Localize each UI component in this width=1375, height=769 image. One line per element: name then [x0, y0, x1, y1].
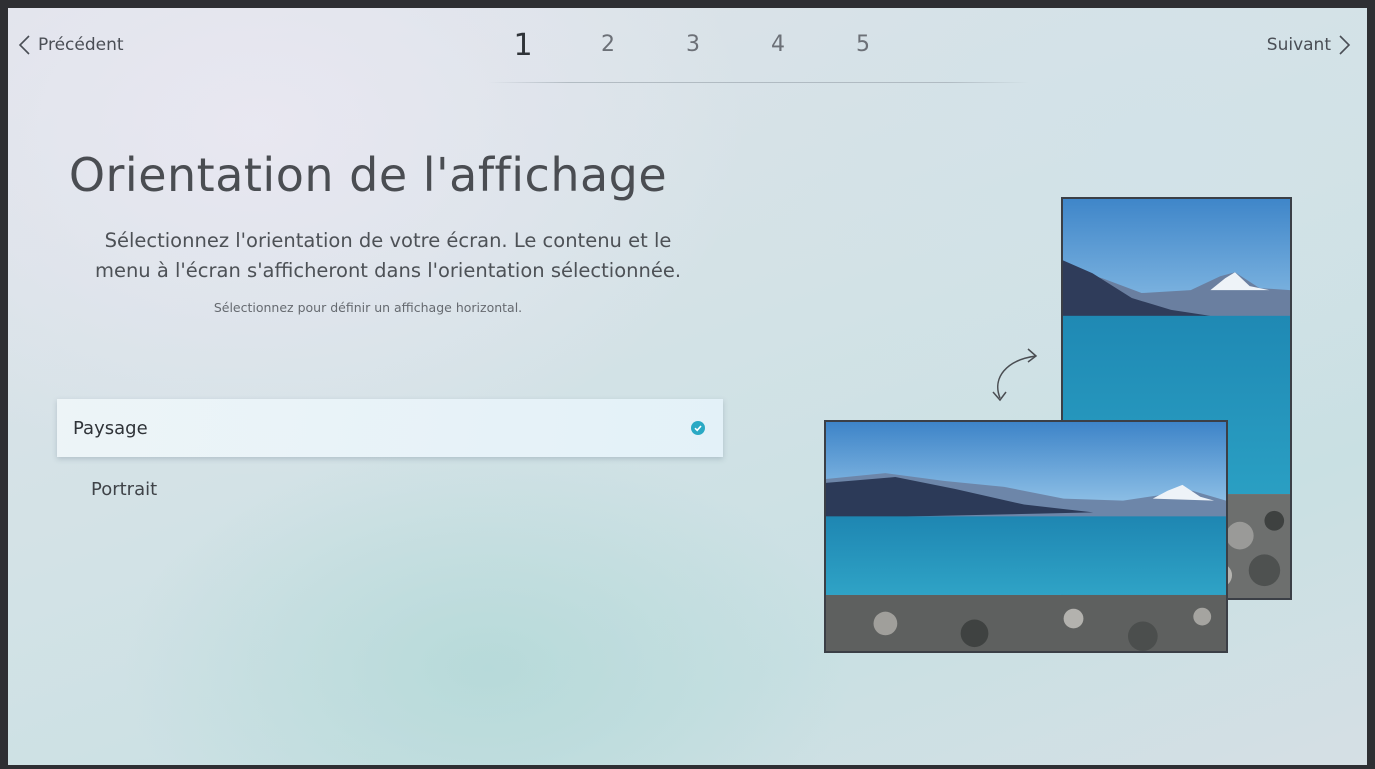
next-label: Suivant	[1266, 35, 1331, 55]
setup-screen: Précédent 1 2 3 4 5 Suivant Orientation …	[8, 8, 1367, 765]
previous-label: Précédent	[38, 35, 124, 55]
page-title: Orientation de l'affichage	[68, 148, 668, 202]
step-divider	[488, 82, 1028, 83]
description-line-2: menu à l'écran s'afficheront dans l'orie…	[94, 259, 682, 282]
chevron-right-icon	[1331, 32, 1357, 58]
step-4[interactable]: 4	[763, 32, 793, 57]
option-label: Paysage	[73, 417, 148, 439]
option-portrait[interactable]: Portrait	[57, 460, 723, 518]
previous-button[interactable]: Précédent	[12, 32, 124, 58]
landscape-screen-illustration	[824, 420, 1228, 653]
checkmark-icon	[691, 421, 705, 435]
page-description: Sélectionnez l'orientation de votre écra…	[48, 226, 728, 286]
step-5[interactable]: 5	[848, 32, 878, 57]
option-paysage[interactable]: Paysage	[57, 399, 723, 457]
description-line-1: Sélectionnez l'orientation de votre écra…	[104, 229, 672, 252]
option-label: Portrait	[91, 478, 158, 500]
chevron-left-icon	[12, 32, 38, 58]
step-1[interactable]: 1	[508, 28, 538, 63]
step-2[interactable]: 2	[593, 32, 623, 57]
step-3[interactable]: 3	[678, 32, 708, 57]
next-button[interactable]: Suivant	[1267, 32, 1357, 58]
selection-hint: Sélectionnez pour définir un affichage h…	[213, 300, 523, 315]
step-indicator: 1 2 3 4 5	[488, 28, 1028, 88]
rotate-arrow-icon	[992, 348, 1038, 402]
